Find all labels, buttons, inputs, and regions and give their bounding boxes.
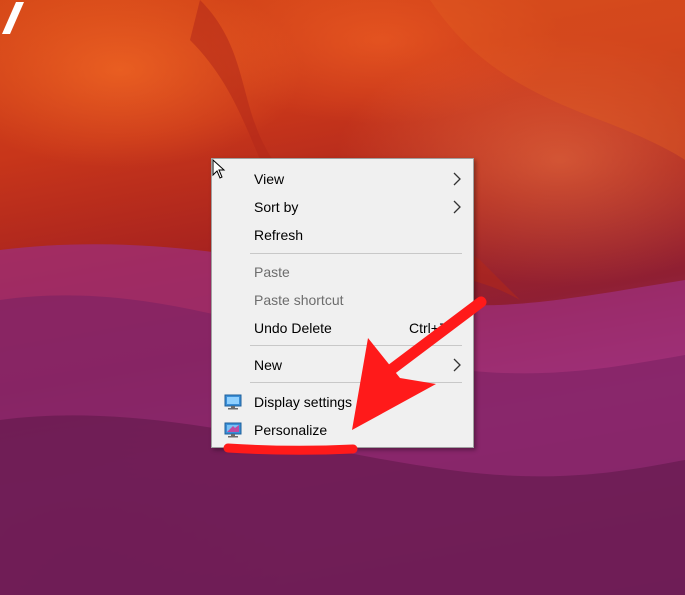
menu-item-label: Paste shortcut	[254, 292, 344, 308]
menu-item-paste[interactable]: Paste	[212, 258, 473, 286]
menu-item-label: Display settings	[254, 394, 353, 410]
menu-item-refresh[interactable]: Refresh	[212, 221, 473, 249]
menu-item-shortcut: Ctrl+Z	[409, 320, 448, 336]
menu-item-sort-by[interactable]: Sort by	[212, 193, 473, 221]
menu-item-label: Undo Delete	[254, 320, 332, 336]
menu-item-label: New	[254, 357, 283, 373]
menu-item-label: Refresh	[254, 227, 304, 243]
menu-item-view[interactable]: View	[212, 165, 473, 193]
mouse-cursor-icon	[212, 159, 226, 179]
menu-item-label: View	[254, 171, 285, 187]
menu-item-label: Personalize	[254, 422, 328, 438]
menu-item-undo-delete[interactable]: Undo Delete Ctrl+Z	[212, 314, 473, 342]
menu-item-new[interactable]: New	[212, 351, 473, 379]
personalize-monitor-icon	[224, 422, 242, 438]
menu-item-paste-shortcut[interactable]: Paste shortcut	[212, 286, 473, 314]
menu-separator	[250, 345, 462, 346]
menu-separator	[250, 253, 462, 254]
menu-item-display-settings[interactable]: Display settings	[212, 388, 473, 416]
menu-item-label: Sort by	[254, 199, 299, 215]
menu-item-personalize[interactable]: Personalize	[212, 416, 473, 444]
chevron-right-icon	[453, 358, 461, 372]
monitor-icon	[224, 394, 242, 410]
menu-item-label: Paste	[254, 264, 290, 280]
context-menu: View Sort by Refresh Paste Paste shortcu…	[211, 158, 474, 448]
menu-separator	[250, 382, 462, 383]
logo-fragment	[2, 2, 24, 34]
chevron-right-icon	[453, 172, 461, 186]
chevron-right-icon	[453, 200, 461, 214]
